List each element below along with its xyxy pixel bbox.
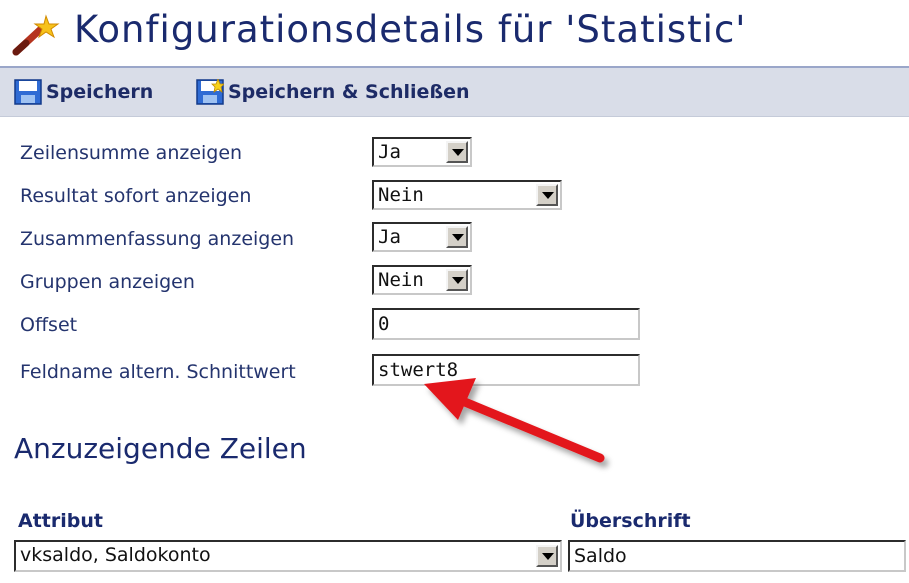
label-feldname-schnittwert: Feldname altern. Schnittwert — [20, 361, 296, 383]
column-header-ueberschrift: Überschrift — [570, 510, 691, 532]
chevron-down-icon[interactable] — [446, 226, 468, 248]
select-gruppen[interactable]: Nein — [372, 265, 472, 295]
annotation-arrow-icon — [424, 378, 605, 463]
chevron-down-icon[interactable] — [446, 269, 468, 291]
ueberschrift-input[interactable]: Saldo — [568, 540, 906, 572]
label-resultat-sofort: Resultat sofort anzeigen — [20, 185, 252, 207]
toolbar: Speichern Speichern & Schließen — [0, 68, 909, 117]
page-header: Konfigurationsdetails für 'Statistic' — [0, 0, 909, 68]
save-and-close-button[interactable]: Speichern & Schließen — [196, 78, 470, 106]
floppy-disk-icon — [14, 79, 42, 105]
select-zusammenfassung[interactable]: Ja — [372, 222, 472, 252]
page-title: Konfigurationsdetails für 'Statistic' — [74, 8, 747, 51]
save-and-close-label: Speichern & Schließen — [228, 81, 470, 103]
save-label: Speichern — [46, 81, 154, 103]
save-button[interactable]: Speichern — [14, 78, 153, 106]
section-title: Anzuzeigende Zeilen — [14, 432, 307, 465]
offset-input[interactable]: 0 — [372, 308, 640, 340]
label-zusammenfassung: Zusammenfassung anzeigen — [20, 228, 295, 250]
floppy-disk-star-icon — [196, 79, 224, 105]
label-gruppen: Gruppen anzeigen — [20, 271, 195, 293]
select-zeilensumme[interactable]: Ja — [372, 137, 472, 167]
magic-wand-icon — [12, 14, 60, 56]
select-attribut[interactable]: vksaldo, Saldokonto — [14, 540, 562, 572]
chevron-down-icon[interactable] — [536, 184, 558, 206]
label-offset: Offset — [20, 314, 78, 336]
column-header-attribut: Attribut — [18, 510, 103, 532]
chevron-down-icon[interactable] — [536, 545, 558, 567]
select-resultat-sofort[interactable]: Nein — [372, 180, 562, 210]
chevron-down-icon[interactable] — [446, 141, 468, 163]
label-zeilensumme: Zeilensumme anzeigen — [20, 142, 243, 164]
